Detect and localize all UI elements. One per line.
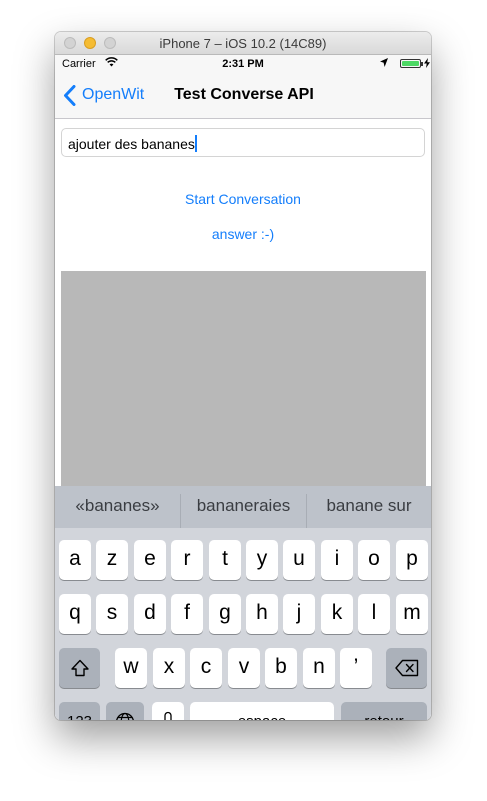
- key-l[interactable]: l: [358, 594, 390, 634]
- suggestion-1[interactable]: «bananes»: [55, 486, 180, 528]
- key-h[interactable]: h: [246, 594, 278, 634]
- globe-key[interactable]: [106, 702, 144, 720]
- microphone-key[interactable]: [152, 702, 184, 720]
- location-arrow-icon: [380, 58, 388, 67]
- text-cursor: [194, 135, 197, 152]
- key-m[interactable]: m: [396, 594, 428, 634]
- page-title: Test Converse API: [174, 86, 314, 103]
- globe-icon: [116, 712, 134, 720]
- key-n[interactable]: n: [303, 648, 335, 688]
- charging-bolt-icon: [424, 58, 430, 68]
- key-c[interactable]: c: [190, 648, 222, 688]
- key-i[interactable]: i: [321, 540, 353, 580]
- status-bar: Carrier 2:31 PM: [55, 55, 431, 73]
- key-s[interactable]: s: [96, 594, 128, 634]
- space-key[interactable]: espace: [190, 702, 334, 720]
- key-g[interactable]: g: [209, 594, 241, 634]
- keyboard: «bananes» bananeraies banane sur a z e r…: [55, 486, 431, 720]
- device-screen: Carrier 2:31 PM OpenWit Test Converse AP…: [55, 55, 431, 720]
- key-t[interactable]: t: [209, 540, 241, 580]
- key-y[interactable]: y: [246, 540, 278, 580]
- key-k[interactable]: k: [321, 594, 353, 634]
- suggestion-bar: «bananes» bananeraies banane sur: [55, 486, 431, 528]
- backspace-key[interactable]: [386, 648, 427, 688]
- key-p[interactable]: p: [396, 540, 428, 580]
- backspace-icon: [394, 659, 418, 677]
- status-time: 2:31 PM: [222, 58, 264, 70]
- key-o[interactable]: o: [358, 540, 390, 580]
- key-w[interactable]: w: [115, 648, 147, 688]
- key-b[interactable]: b: [265, 648, 297, 688]
- suggestion-3[interactable]: banane sur: [307, 486, 431, 528]
- key-apostrophe[interactable]: ’: [340, 648, 372, 688]
- key-x[interactable]: x: [153, 648, 185, 688]
- simulator-window: iPhone 7 – iOS 10.2 (14C89) Carrier 2:31…: [55, 32, 431, 720]
- window-title: iPhone 7 – iOS 10.2 (14C89): [159, 36, 327, 51]
- shift-icon: [70, 659, 89, 677]
- key-a[interactable]: a: [59, 540, 91, 580]
- microphone-icon: [164, 711, 172, 720]
- key-f[interactable]: f: [171, 594, 203, 634]
- battery-icon: [400, 59, 423, 68]
- message-input-value: ajouter des bananes: [68, 136, 195, 152]
- shift-key[interactable]: [59, 648, 100, 688]
- key-z[interactable]: z: [96, 540, 128, 580]
- key-j[interactable]: j: [283, 594, 315, 634]
- response-area: [61, 271, 426, 487]
- key-u[interactable]: u: [283, 540, 315, 580]
- key-e[interactable]: e: [134, 540, 166, 580]
- suggestion-2[interactable]: bananeraies: [181, 486, 306, 528]
- message-input[interactable]: ajouter des bananes: [61, 128, 425, 157]
- navigation-bar: OpenWit Test Converse API: [55, 73, 431, 119]
- numbers-key[interactable]: 123: [59, 702, 100, 720]
- return-key[interactable]: retour: [341, 702, 427, 720]
- key-r[interactable]: r: [171, 540, 203, 580]
- key-q[interactable]: q: [59, 594, 91, 634]
- start-conversation-button[interactable]: Start Conversation: [55, 191, 431, 207]
- answer-button[interactable]: answer :-): [55, 226, 431, 242]
- key-v[interactable]: v: [228, 648, 260, 688]
- key-d[interactable]: d: [134, 594, 166, 634]
- window-titlebar: iPhone 7 – iOS 10.2 (14C89): [55, 32, 431, 55]
